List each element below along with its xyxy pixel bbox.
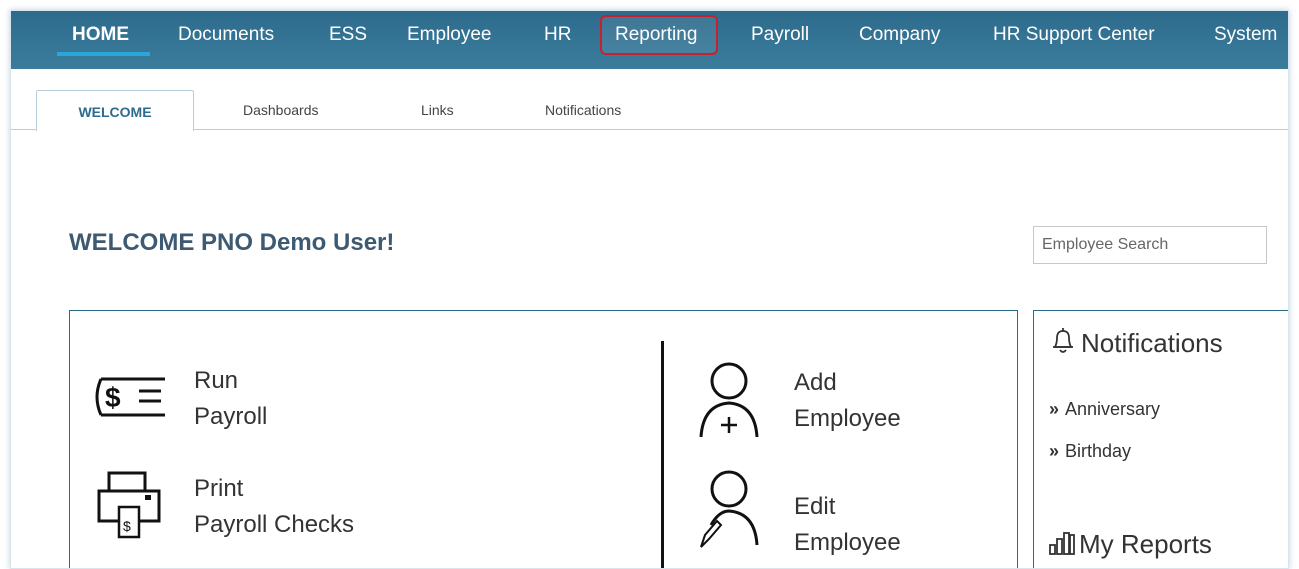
print-checks-line1: Print <box>194 475 244 502</box>
bar-chart-icon <box>1049 532 1075 555</box>
add-employee-line2: Employee <box>794 405 901 432</box>
birthday-label: Birthday <box>1065 441 1132 461</box>
nav-employee[interactable]: Employee <box>407 11 492 69</box>
tab-links[interactable]: Links <box>421 102 454 118</box>
printer-icon: $ <box>97 471 161 539</box>
app-window: HOME Documents ESS Employee HR Reporting… <box>10 10 1289 569</box>
page-title: WELCOME PNO Demo User! <box>69 229 395 256</box>
run-payroll-action[interactable]: $ Run Payroll <box>89 363 389 443</box>
tab-dashboards[interactable]: Dashboards <box>243 102 319 118</box>
add-person-icon <box>699 362 759 438</box>
bell-icon <box>1053 328 1073 353</box>
svg-text:$: $ <box>105 382 121 413</box>
anniversary-link[interactable]: » Anniversary <box>1049 399 1160 420</box>
nav-documents[interactable]: Documents <box>178 11 274 69</box>
employee-search-input[interactable] <box>1033 226 1267 264</box>
edit-person-icon <box>700 470 759 548</box>
nav-company[interactable]: Company <box>859 11 940 69</box>
top-navigation: HOME Documents ESS Employee HR Reporting… <box>11 11 1288 69</box>
notifications-title: Notifications <box>1081 328 1223 358</box>
payroll-dollar-icon: $ <box>95 377 165 417</box>
edit-employee-line1: Edit <box>794 493 836 520</box>
add-employee-line1: Add <box>794 369 837 396</box>
nav-system[interactable]: System <box>1214 11 1277 69</box>
print-checks-line2: Payroll Checks <box>194 511 355 538</box>
my-reports-header[interactable]: My Reports <box>1049 529 1212 560</box>
nav-hr[interactable]: HR <box>544 11 571 69</box>
anniversary-label: Anniversary <box>1065 399 1161 419</box>
print-payroll-checks-action[interactable]: $ Print Payroll Checks <box>89 471 409 551</box>
nav-reporting[interactable]: Reporting <box>615 11 697 69</box>
tab-welcome-label: WELCOME <box>78 104 152 120</box>
my-reports-title: My Reports <box>1079 529 1212 559</box>
chevron-double-right-icon: » <box>1049 399 1060 419</box>
birthday-link[interactable]: » Birthday <box>1049 441 1131 462</box>
panel-divider <box>661 341 664 568</box>
nav-hr-support-center[interactable]: HR Support Center <box>993 11 1155 69</box>
tab-welcome[interactable]: WELCOME <box>36 90 194 131</box>
chevron-double-right-icon: » <box>1049 441 1060 461</box>
nav-ess[interactable]: ESS <box>329 11 367 69</box>
tab-notifications[interactable]: Notifications <box>545 102 621 118</box>
sub-tab-bar: WELCOME Dashboards Links Notifications <box>11 69 1288 131</box>
run-payroll-line2: Payroll <box>194 403 268 430</box>
edit-employee-action[interactable]: Edit Employee <box>695 469 975 568</box>
nav-active-underline <box>57 52 150 56</box>
nav-home[interactable]: HOME <box>72 11 129 69</box>
run-payroll-line1: Run <box>194 367 239 394</box>
add-employee-action[interactable]: Add Employee <box>695 361 975 451</box>
nav-payroll[interactable]: Payroll <box>751 11 809 69</box>
notifications-header: Notifications <box>1051 327 1223 359</box>
svg-text:$: $ <box>123 518 131 534</box>
edit-employee-line2: Employee <box>794 529 901 556</box>
